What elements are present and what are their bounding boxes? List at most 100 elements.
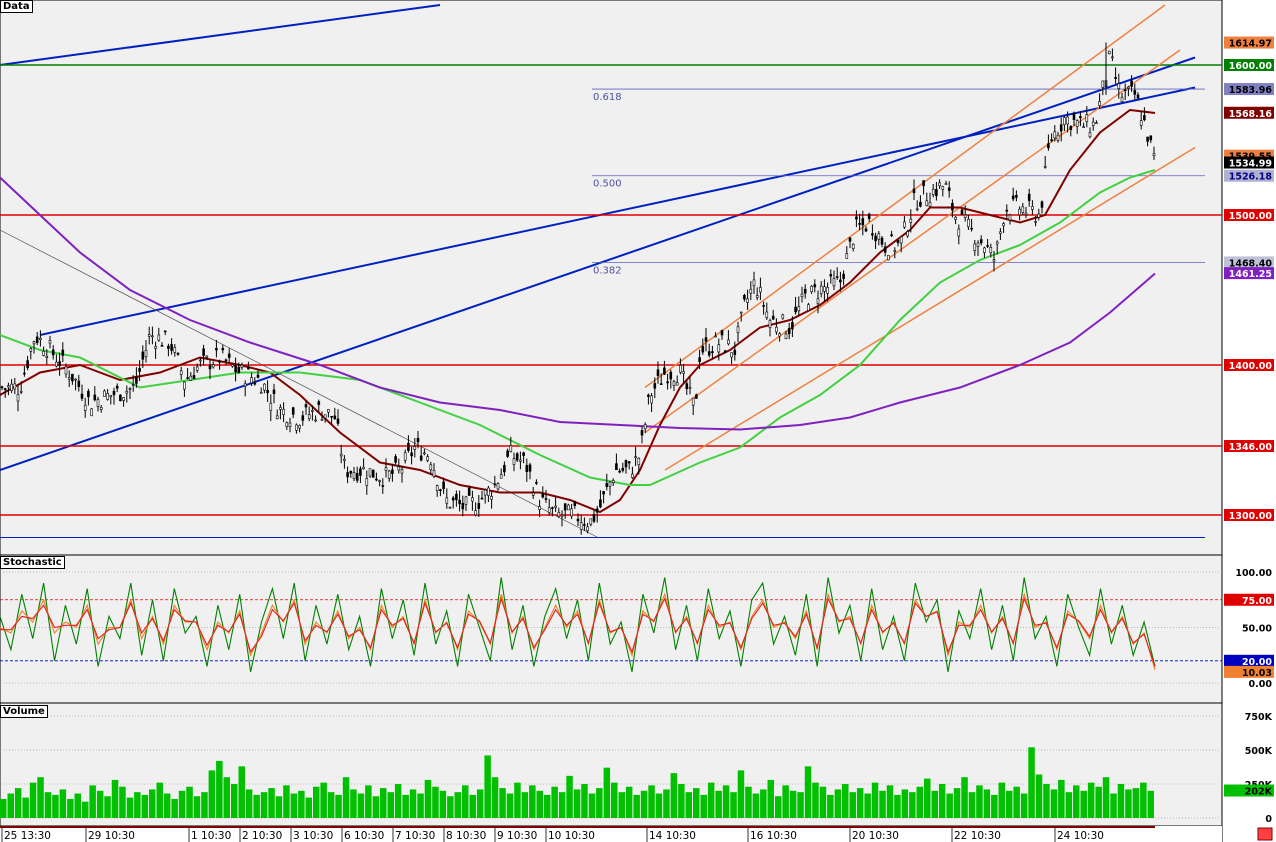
volume-bar	[350, 789, 357, 818]
candle-body	[16, 393, 20, 402]
time-label-4: 3 10:30	[293, 830, 333, 842]
candle-body	[167, 345, 170, 349]
candle-body	[1114, 77, 1117, 79]
candle-body	[611, 480, 615, 483]
candle-body	[1063, 117, 1066, 125]
volume-bar	[648, 785, 655, 818]
candle-body	[688, 386, 692, 389]
fib-label-1: 0.500	[593, 179, 622, 190]
volume-bar	[111, 779, 119, 818]
candle-body	[45, 355, 49, 358]
volume-bar	[916, 786, 923, 818]
candle-body	[1152, 153, 1156, 157]
candle-body	[557, 512, 561, 517]
candle-body	[279, 407, 282, 410]
volume-bar	[409, 789, 417, 818]
candle-body	[327, 409, 330, 413]
volume-bar	[678, 784, 685, 818]
candle-body	[970, 227, 973, 230]
volume-bar	[1050, 789, 1058, 818]
time-label-12: 20 10:30	[852, 830, 899, 842]
candle-body	[192, 375, 196, 380]
stoch-tick-1: 50.00	[1242, 624, 1272, 635]
candle-body	[202, 348, 205, 356]
candle-body	[925, 200, 929, 207]
candle-body	[330, 415, 333, 418]
candle-body	[896, 240, 900, 244]
candle-body	[1079, 116, 1082, 119]
candle-body	[234, 365, 237, 373]
volume-bar	[238, 766, 245, 818]
volume-bar	[432, 786, 439, 818]
scroll-right-button[interactable]	[1257, 827, 1273, 841]
candle-body	[352, 472, 356, 479]
candle-body	[691, 397, 695, 406]
candle-body	[967, 218, 970, 228]
candle-body	[627, 461, 631, 464]
candle-body	[71, 373, 74, 382]
volume-bar	[1043, 784, 1050, 818]
candle-body	[83, 404, 87, 411]
candle-body	[1040, 201, 1044, 208]
chart-canvas[interactable]: 0.618 0.500 0.382 1614.97 1600.00 1583.96 1568…	[0, 0, 1276, 842]
candle-body	[128, 388, 132, 390]
candle-body	[631, 473, 634, 478]
volume-bar	[1058, 779, 1065, 818]
volume-bar	[216, 760, 223, 818]
candle-body	[951, 202, 954, 211]
candle-body	[781, 314, 785, 319]
time-label-14: 24 10:30	[1057, 830, 1104, 842]
candle-body	[922, 180, 925, 187]
candle-body	[304, 404, 308, 408]
price-label-7: 1500.00	[1229, 211, 1273, 222]
volume-bar	[126, 797, 134, 818]
volume-bar	[7, 793, 14, 818]
volume-bar	[983, 789, 991, 818]
volume-bar	[961, 777, 968, 818]
volume-bar	[842, 784, 849, 818]
volume-bar	[521, 792, 529, 818]
volume-bar	[1013, 786, 1020, 818]
candle-body	[509, 445, 513, 453]
volume-bar	[767, 779, 774, 818]
candle-body	[474, 510, 477, 516]
candle-body	[736, 326, 740, 334]
candle-body	[99, 407, 103, 410]
volume-bar	[573, 789, 581, 818]
candle-body	[471, 497, 474, 502]
candle-body	[861, 218, 865, 226]
candle-body	[314, 419, 317, 422]
time-axis-background	[0, 826, 1222, 842]
volume-bar	[141, 794, 149, 818]
time-label-1: 29 10:30	[88, 830, 135, 842]
candle-body	[403, 452, 407, 461]
candle-body	[704, 337, 708, 342]
candle-body	[435, 485, 439, 491]
candle-body	[531, 492, 535, 496]
candle-body	[890, 234, 893, 236]
candle-body	[819, 285, 823, 294]
candle-body	[685, 383, 689, 390]
candle-body	[883, 246, 887, 253]
volume-bar	[1073, 785, 1080, 818]
volume-bar	[581, 784, 588, 818]
candle-body	[467, 487, 471, 496]
candle-body	[218, 360, 221, 363]
candle-body	[762, 305, 765, 307]
candle-body	[1082, 126, 1085, 128]
fib-label-0: 0.618	[593, 92, 622, 103]
candle-body	[1018, 208, 1021, 216]
candle-body	[599, 499, 602, 508]
candle-body	[256, 374, 260, 378]
volume-bar	[342, 777, 350, 818]
candle-body	[547, 507, 551, 513]
candle-body	[1072, 113, 1076, 120]
candle-body	[586, 526, 589, 531]
candle-body	[221, 347, 225, 351]
volume-bar	[819, 786, 827, 818]
volume-bar	[685, 792, 692, 818]
candle-body	[269, 402, 273, 411]
candle-body	[285, 422, 289, 427]
volume-bar	[737, 770, 745, 818]
volume-bar	[655, 793, 663, 818]
